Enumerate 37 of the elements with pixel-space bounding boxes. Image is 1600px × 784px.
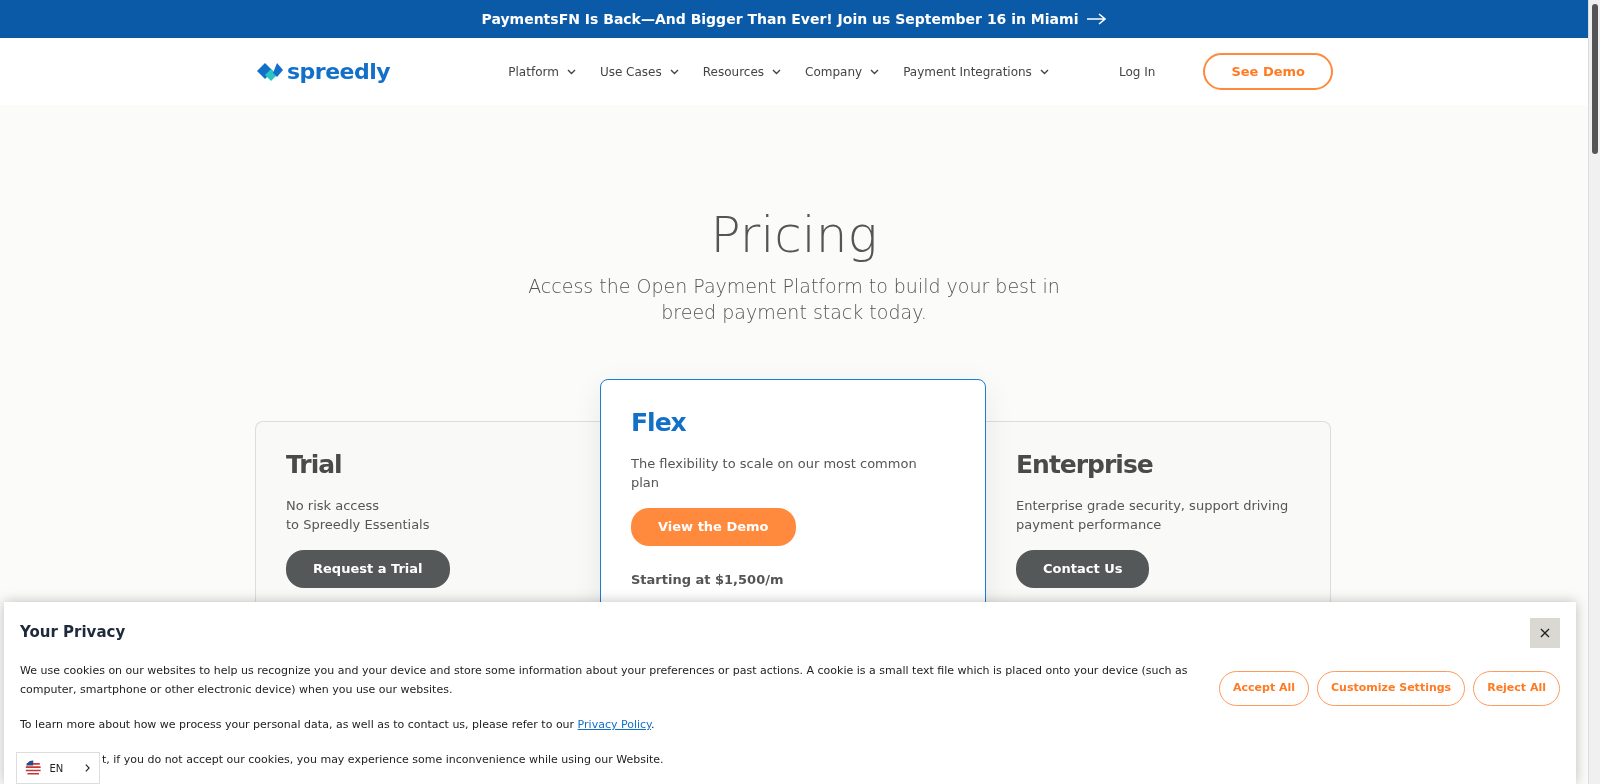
chevron-down-icon — [772, 68, 782, 75]
plan-description: Enterprise grade security, support driving payment performance — [1016, 497, 1290, 534]
plan-button[interactable]: Contact Us — [1016, 550, 1150, 588]
plan-description: The flexibility to scale on our most common plan — [631, 455, 918, 492]
chevron-down-icon — [870, 68, 880, 75]
logo-icon[interactable] — [255, 60, 283, 83]
close-button[interactable]: × — [1530, 618, 1560, 648]
chevron-down-icon — [566, 68, 576, 75]
scrollbar-thumb[interactable] — [1592, 4, 1598, 154]
scrollbar[interactable] — [1588, 0, 1600, 784]
plan-description: No risk access to Spreedly Essentials — [286, 497, 431, 534]
flag-icon — [25, 758, 42, 778]
language-selector[interactable]: EN — [16, 752, 100, 784]
cookie-text: t, if you do not accept our cookies, you may experience some inconvenience while using our Website. — [102, 752, 664, 768]
chevron-down-icon — [669, 68, 679, 75]
announcement-link[interactable]: PaymentsFN Is Back—And Bigger Than Ever! Join us September 16 in Miami — [481, 8, 1079, 30]
page-title: Pricing — [709, 205, 879, 265]
plan-price: Starting at $1,500/m — [631, 570, 785, 589]
cookie-text: To learn more about how we process your personal data, as well as to contact us, please refer to our Privacy Policy. — [20, 717, 656, 733]
nav-link[interactable]: Payment Integrations — [903, 62, 1049, 81]
cookie-text: We use cookies on our websites to help us recognize you and your device and store some information about your preferences or past actions. A cookie is a small text file which is placed onto your device (such as computer, smartphone or other electronic device) when you use our websites. — [20, 663, 1189, 698]
plan-name: Trial — [286, 450, 343, 480]
nav-link[interactable]: Platform — [508, 62, 576, 81]
chevron-down-icon — [1039, 68, 1049, 75]
arrow-icon[interactable] — [1086, 13, 1107, 25]
cookie-title: Your Privacy — [20, 623, 126, 641]
privacy-policy-link[interactable]: Privacy Policy — [577, 718, 651, 731]
nav-link[interactable]: Resources — [702, 62, 782, 81]
nav-link[interactable]: Company — [805, 62, 880, 81]
plan-name: Enterprise — [1016, 450, 1154, 480]
nav-link[interactable]: Use Cases — [599, 62, 679, 81]
logo-text[interactable]: spreedly — [287, 55, 391, 88]
chevron-right-icon — [85, 763, 91, 773]
plan-button[interactable]: Request a Trial — [286, 550, 450, 588]
page-subtitle: Access the Open Payment Platform to build your best in breed payment stack today. — [527, 274, 1061, 325]
plan-name: Flex — [631, 408, 687, 438]
login-link[interactable]: Log In — [1119, 62, 1156, 81]
